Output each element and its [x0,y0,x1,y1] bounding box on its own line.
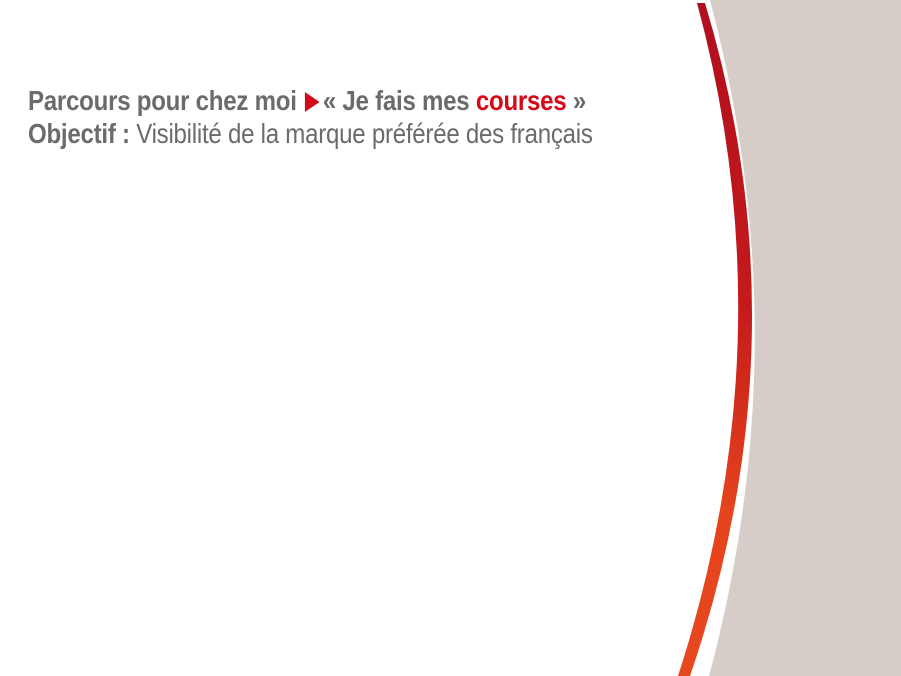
highlight-word: courses [475,85,567,116]
heading-line-objective: Objectif : Visibilité de la marque préfé… [28,117,593,150]
heading-line-route: Parcours pour chez moi « Je fais mes cou… [28,84,593,117]
slide: Parcours pour chez moi « Je fais mes cou… [0,0,901,676]
quote-open: « Je fais mes [322,85,476,116]
objective-text: Visibilité de la marque préférée des fra… [129,118,593,149]
quote-close: » [566,85,587,116]
right-triangle-icon [304,92,320,112]
route-prefix: Parcours pour chez moi [28,85,297,116]
slide-heading: Parcours pour chez moi « Je fais mes cou… [28,84,593,150]
objective-label: Objectif : [28,118,130,149]
